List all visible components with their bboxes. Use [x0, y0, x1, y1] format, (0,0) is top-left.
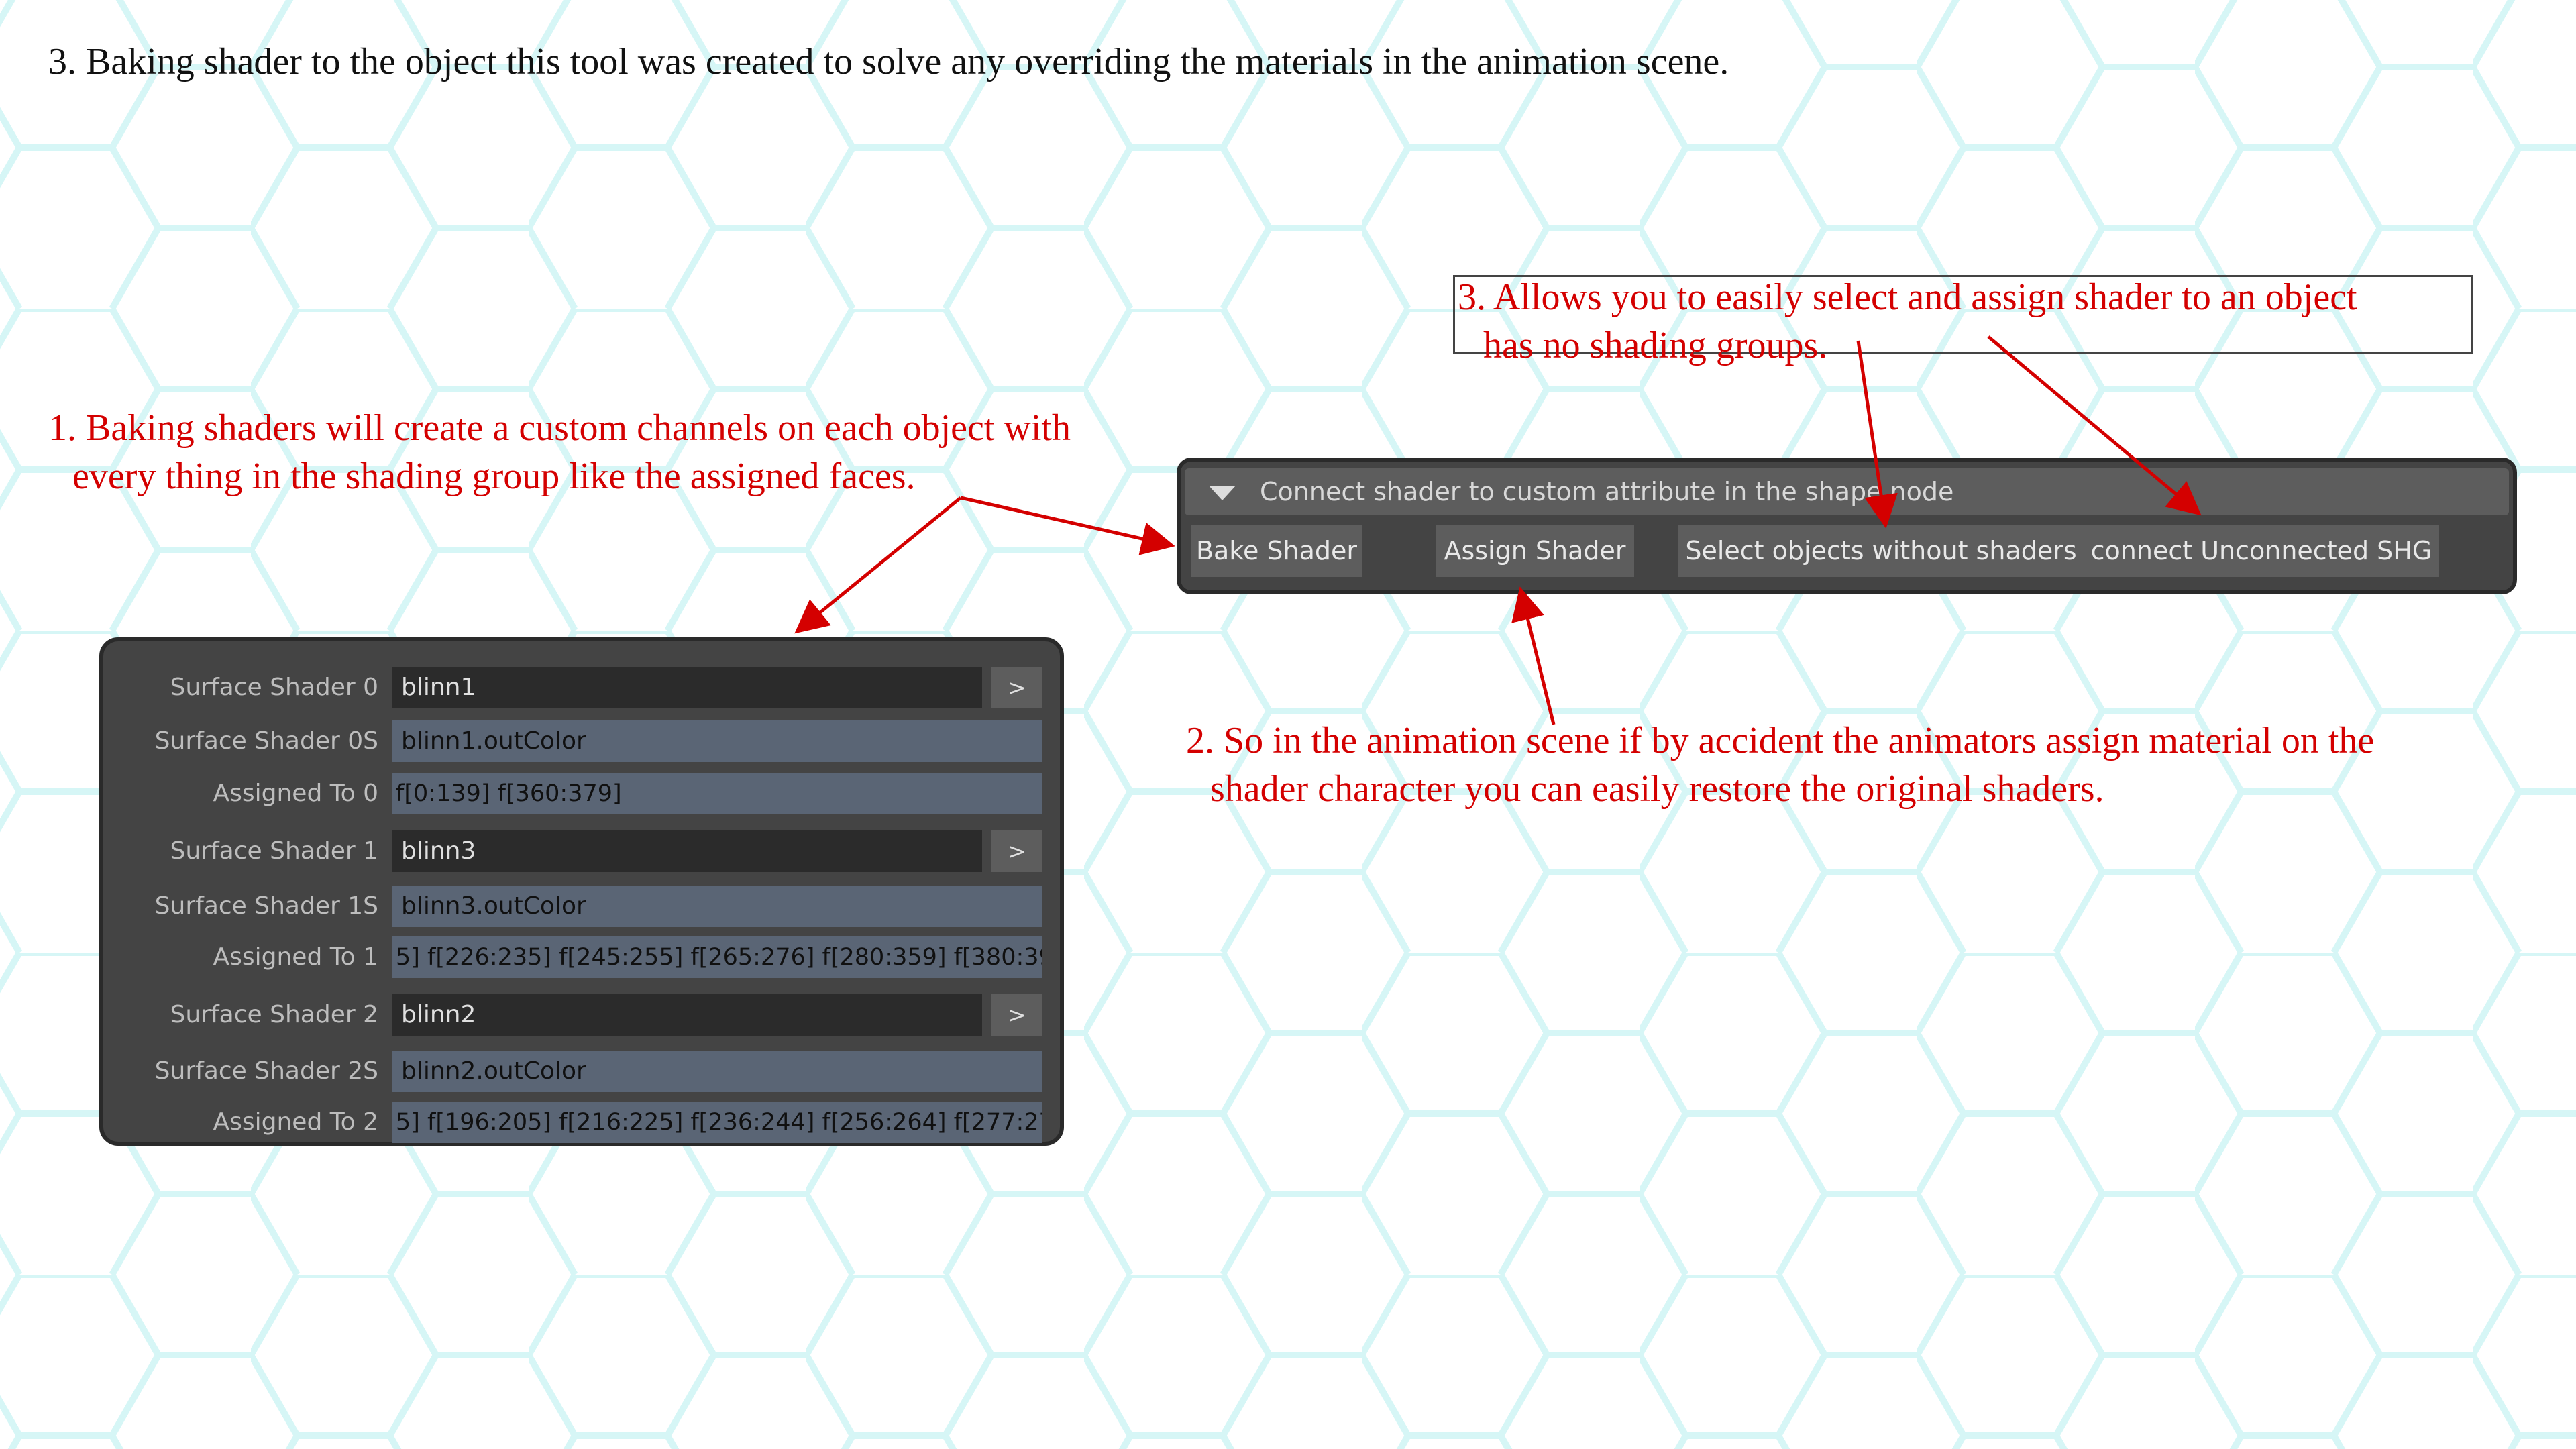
- attribute-label: Surface Shader 1S: [154, 892, 378, 920]
- attribute-label: Assigned To 1: [213, 943, 379, 971]
- attribute-row: Surface Shader 1 blinn3 >: [103, 828, 1060, 875]
- attribute-row: Surface Shader 2 blinn2 >: [103, 991, 1060, 1038]
- attribute-label: Surface Shader 2S: [154, 1057, 378, 1085]
- attribute-label: Assigned To 0: [213, 780, 379, 807]
- navigate-button[interactable]: >: [991, 830, 1042, 872]
- attribute-label: Surface Shader 0: [170, 674, 378, 701]
- connection-field[interactable]: blinn1.outColor: [392, 720, 1042, 762]
- section-heading: 3. Baking shader to the object this tool…: [48, 41, 1729, 83]
- shader-field[interactable]: blinn2: [392, 994, 982, 1036]
- annotation-baking-shaders: 1. Baking shaders will create a custom c…: [48, 404, 1071, 500]
- attribute-row: Surface Shader 0S blinn1.outColor: [103, 718, 1060, 765]
- attribute-label: Assigned To 2: [213, 1108, 379, 1136]
- assigned-faces-field[interactable]: f[0:139] f[360:379]: [392, 773, 1042, 814]
- annotation-line: has no shading groups.: [1483, 325, 1828, 366]
- assigned-faces-field[interactable]: 5] f[226:235] f[245:255] f[265:276] f[28…: [392, 936, 1042, 978]
- attribute-row: Surface Shader 1S blinn3.outColor: [103, 883, 1060, 930]
- annotation-select-assign: 3. Allows you to easily select and assig…: [1453, 275, 2473, 366]
- annotation-line: every thing in the shading group like th…: [72, 455, 916, 497]
- shader-attributes-panel: Surface Shader 0 blinn1 > Surface Shader…: [99, 637, 1064, 1146]
- attribute-label: Surface Shader 0S: [154, 727, 378, 755]
- navigate-button[interactable]: >: [991, 994, 1042, 1036]
- select-objects-without-shaders-button[interactable]: Select objects without shaders: [1678, 525, 2084, 577]
- annotation-line: shader character you can easily restore …: [1210, 768, 2104, 810]
- bake-shader-panel: Connect shader to custom attribute in th…: [1177, 458, 2517, 594]
- annotation-restore-shaders: 2. So in the animation scene if by accid…: [1186, 716, 2374, 813]
- attribute-row: Assigned To 1 5] f[226:235] f[245:255] f…: [103, 934, 1060, 981]
- navigate-button[interactable]: >: [991, 667, 1042, 708]
- frame-layout-header[interactable]: Connect shader to custom attribute in th…: [1185, 468, 2509, 515]
- bake-shader-button[interactable]: Bake Shader: [1191, 525, 1362, 577]
- collapse-triangle-icon[interactable]: [1209, 486, 1236, 500]
- connection-field[interactable]: blinn2.outColor: [392, 1051, 1042, 1092]
- attribute-row: Assigned To 0 f[0:139] f[360:379]: [103, 770, 1060, 817]
- attribute-row: Surface Shader 0 blinn1 >: [103, 664, 1060, 711]
- attribute-label: Surface Shader 1: [170, 837, 378, 865]
- shader-field[interactable]: blinn3: [392, 830, 982, 872]
- connection-field[interactable]: blinn3.outColor: [392, 885, 1042, 927]
- assigned-faces-field[interactable]: 5] f[196:205] f[216:225] f[236:244] f[25…: [392, 1102, 1042, 1143]
- attribute-label: Surface Shader 2: [170, 1001, 378, 1028]
- annotation-line: 3. Allows you to easily select and assig…: [1458, 276, 2357, 318]
- annotation-line: 2. So in the animation scene if by accid…: [1186, 720, 2375, 761]
- shader-field[interactable]: blinn1: [392, 667, 982, 708]
- frame-title: Connect shader to custom attribute in th…: [1260, 477, 1954, 506]
- connect-unconnected-shg-button[interactable]: connect Unconnected SHG: [2084, 525, 2439, 577]
- attribute-row: Assigned To 2 5] f[196:205] f[216:225] f…: [103, 1099, 1060, 1146]
- assign-shader-button[interactable]: Assign Shader: [1436, 525, 1634, 577]
- attribute-row: Surface Shader 2S blinn2.outColor: [103, 1048, 1060, 1095]
- annotation-line: 1. Baking shaders will create a custom c…: [48, 407, 1071, 449]
